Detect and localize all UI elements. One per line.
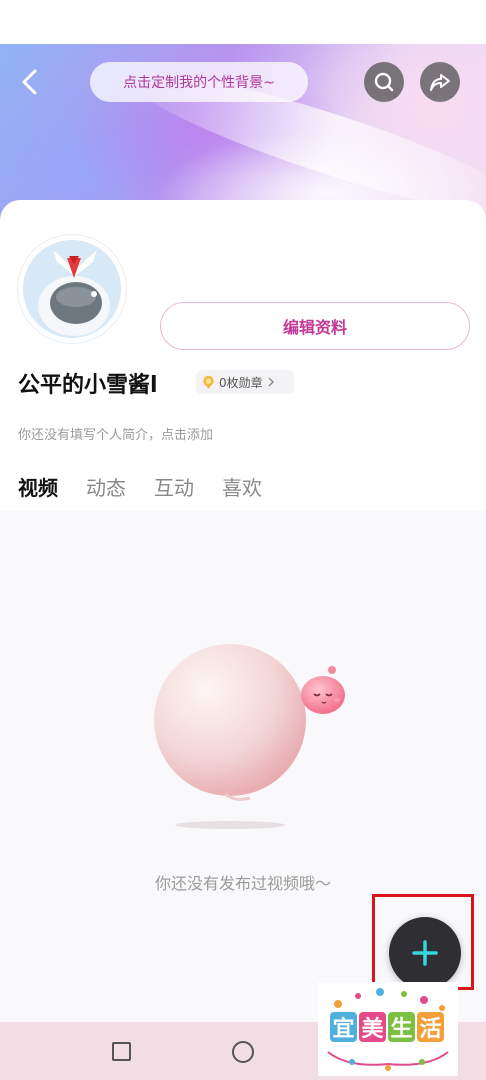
tab-likes[interactable]: 喜欢 [222,472,262,501]
watermark-char-1: 宜 [330,1012,357,1042]
custom-background-label: 点击定制我的个性背景~ [123,75,275,91]
share-button[interactable] [420,62,460,102]
tab-interactions[interactable]: 互动 [154,472,194,501]
watermark-char-3: 生 [388,1012,415,1042]
badge-count-chip[interactable]: 0枚勋章 [196,370,294,394]
plus-icon [412,940,438,966]
recent-apps-button[interactable] [112,1042,131,1061]
astronaut-avatar-icon [23,240,121,338]
watermark-char-4: 活 [417,1012,444,1042]
empty-state-balloon-illustration [154,644,345,829]
tab-activity[interactable]: 动态 [86,472,126,501]
watermark-char-2: 美 [359,1012,386,1042]
chevron-right-icon [268,377,274,387]
publish-video-button[interactable] [389,917,461,989]
edit-profile-label: 编辑资料 [282,318,347,337]
chevron-left-icon [22,69,37,95]
bio-placeholder[interactable]: 你还没有填写个人简介，点击添加 [18,424,213,443]
edit-profile-button[interactable]: 编辑资料 [160,302,470,350]
status-bar-area [0,0,486,44]
badge-count-label: 0枚勋章 [219,375,263,390]
share-icon [430,74,450,91]
back-button[interactable] [14,64,46,100]
search-button[interactable] [364,62,404,102]
profile-tabs: 视频 动态 互动 喜欢 [18,472,262,501]
custom-background-button[interactable]: 点击定制我的个性背景~ [90,62,308,102]
watermark-text: 宜 美 生 活 [330,1012,444,1042]
empty-state-message: 你还没有发布过视频哦～ [154,874,331,893]
username: 公平的小雪酱l [18,373,158,398]
medal-icon [203,375,214,389]
home-button[interactable] [232,1041,254,1063]
avatar[interactable] [18,235,126,343]
tab-videos[interactable]: 视频 [18,472,58,501]
search-icon [374,72,394,92]
